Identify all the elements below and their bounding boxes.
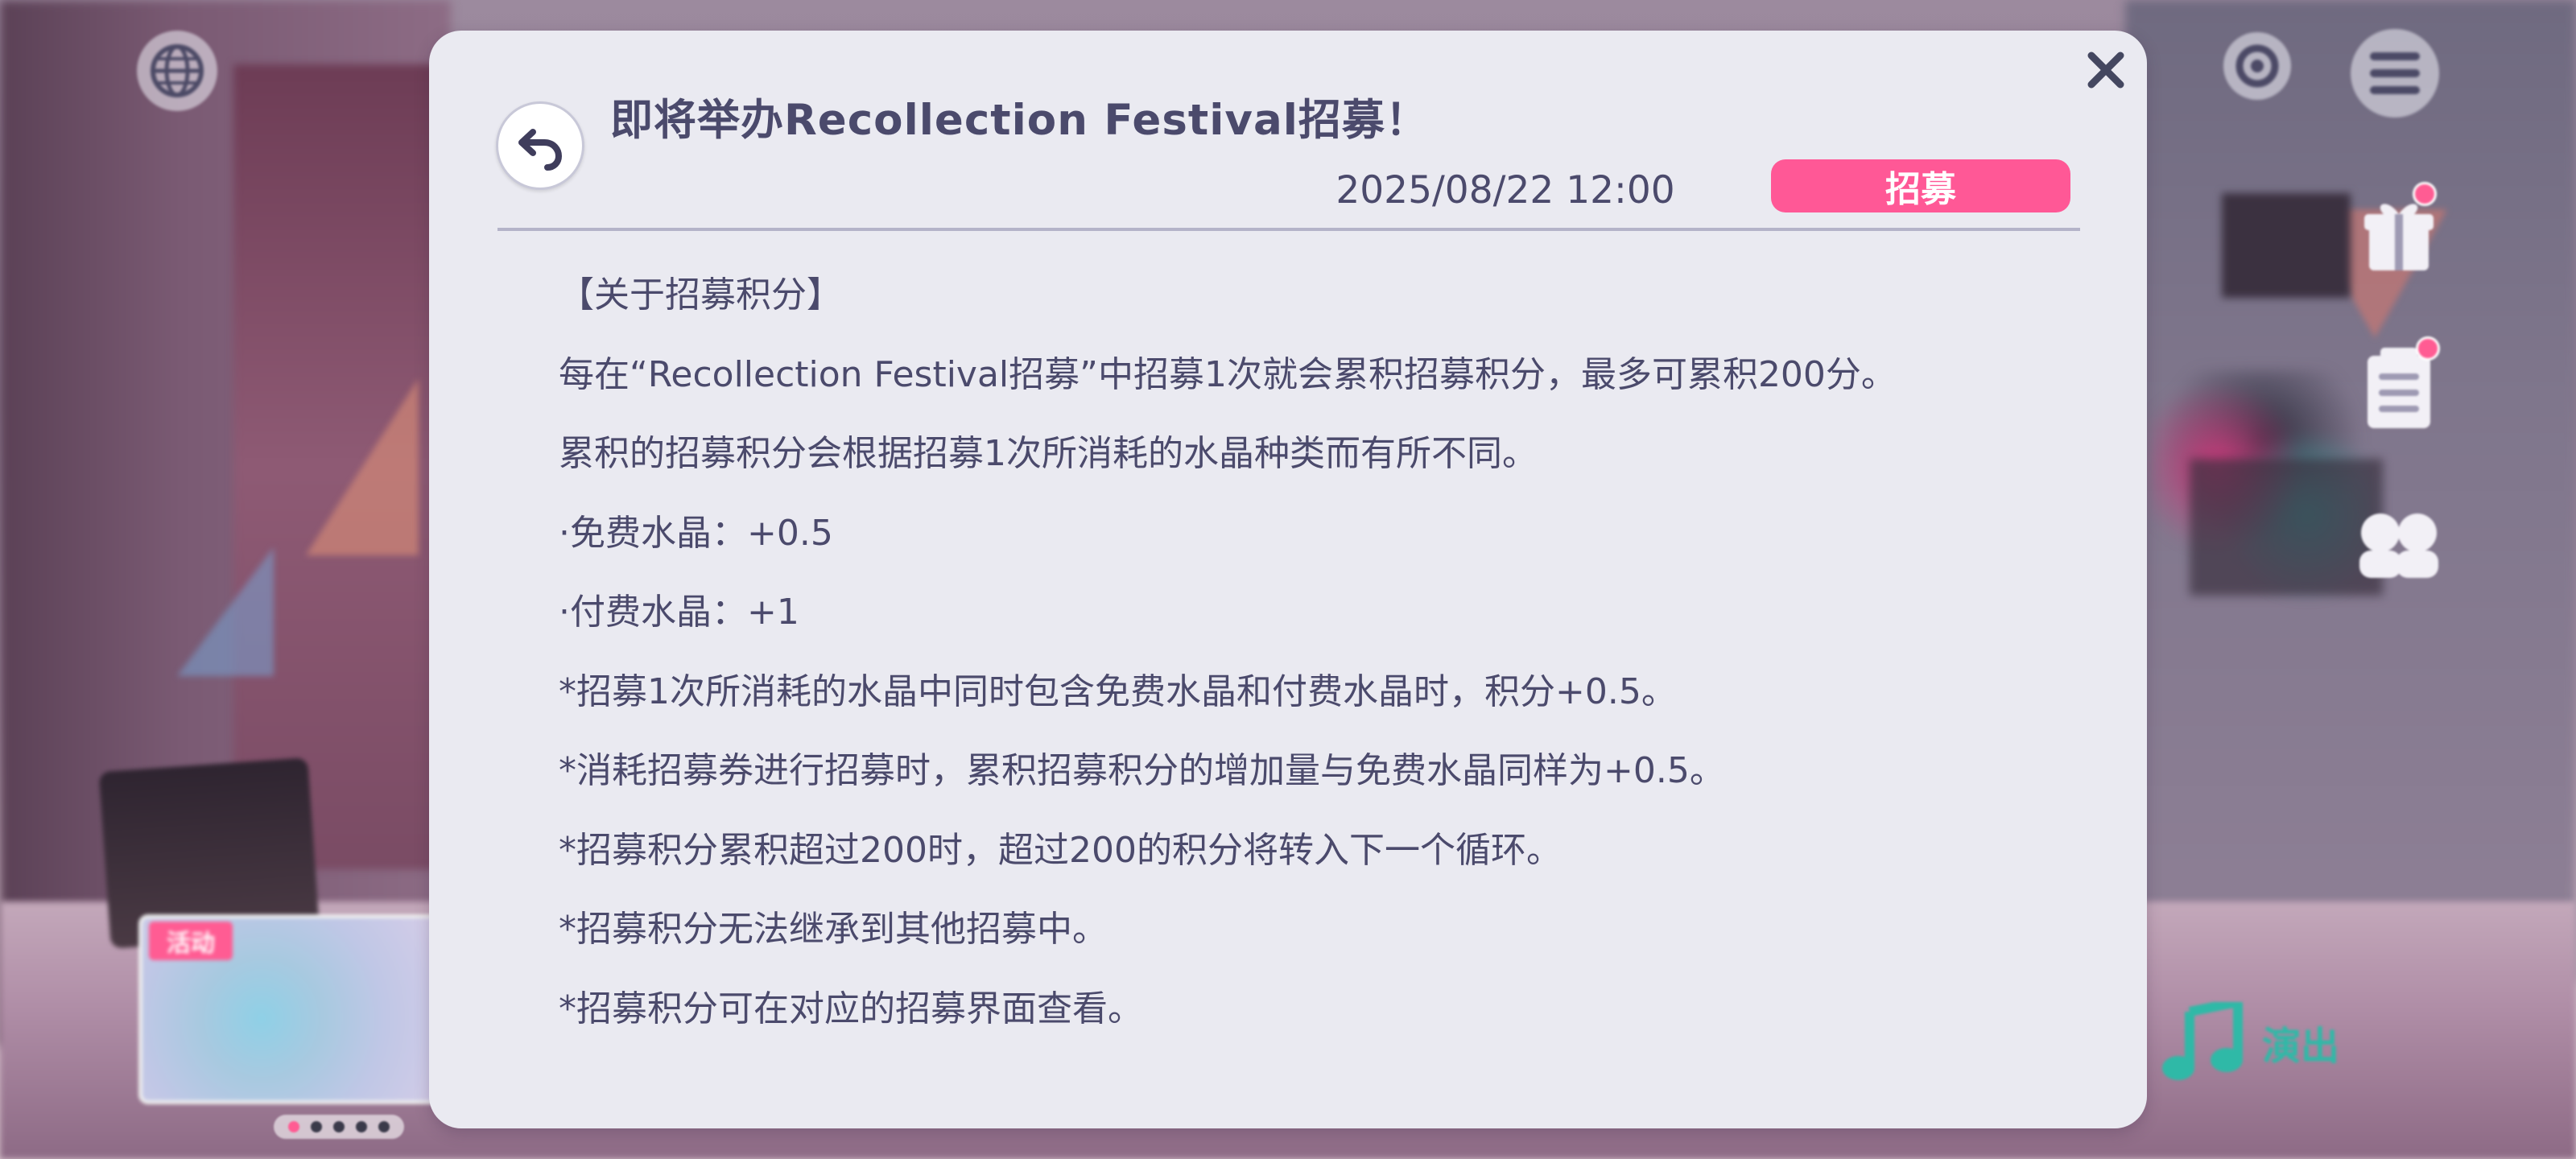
performance-button[interactable]: 演出: [2157, 990, 2367, 1095]
hamburger-menu-icon: [2370, 52, 2420, 94]
banner-pagination: [274, 1115, 404, 1139]
background-window: [2190, 459, 2383, 596]
notice-note: *招募1次所消耗的水晶中同时包含免费水晶和付费水晶时，积分+0.5。: [559, 670, 1677, 712]
category-badge: 招募: [1771, 159, 2070, 212]
language-button[interactable]: [137, 31, 217, 111]
background-decoration: [306, 378, 419, 555]
notice-list-item: ·付费水晶：+1: [559, 592, 799, 633]
pagination-dot[interactable]: [378, 1121, 390, 1132]
notification-badge: [2416, 336, 2440, 361]
event-tag: 活动: [149, 922, 233, 960]
pagination-dot[interactable]: [356, 1121, 367, 1132]
globe-icon: [151, 44, 204, 97]
pagination-dot[interactable]: [333, 1121, 345, 1132]
gift-button[interactable]: [2363, 182, 2437, 274]
music-note-icon: [2162, 1002, 2243, 1080]
notices-button[interactable]: [2363, 336, 2440, 431]
back-button[interactable]: [496, 101, 584, 190]
settings-button[interactable]: [2223, 32, 2291, 100]
characters-icon: [2359, 514, 2438, 578]
notice-note: *招募积分累积超过200时，超过200的积分将转入下一个循环。: [559, 829, 1562, 871]
pagination-dot[interactable]: [288, 1121, 299, 1132]
notice-date: 2025/08/22 12:00: [1335, 168, 1675, 212]
notice-note: *招募积分无法继承到其他招募中。: [559, 909, 1108, 950]
event-banner[interactable]: 活动: [138, 914, 444, 1104]
notification-badge: [2413, 182, 2437, 206]
performance-label: 演出: [2262, 1024, 2340, 1069]
characters-button[interactable]: [2355, 507, 2443, 580]
background-decoration: [177, 547, 274, 676]
notice-list-item: ·免费水晶：+0.5: [559, 512, 833, 554]
notice-heading: 【关于招募积分】: [559, 274, 842, 316]
pagination-dot[interactable]: [311, 1121, 322, 1132]
close-button[interactable]: [2081, 45, 2131, 95]
settings-icon: [2235, 44, 2279, 88]
header-divider: [497, 228, 2080, 231]
main-menu-button[interactable]: [2351, 29, 2439, 118]
notice-note: *招募积分可在对应的招募界面查看。: [559, 988, 1143, 1029]
notice-body: 【关于招募积分】 每在“Recollection Festival招募”中招募1…: [559, 262, 2072, 1066]
notice-note: *消耗招募券进行招募时，累积招募积分的增加量与免费水晶同样为+0.5。: [559, 750, 1725, 791]
notice-title: 即将举办Recollection Festival招募！: [610, 96, 1429, 145]
notice-paragraph: 每在“Recollection Festival招募”中招募1次就会累积招募积分…: [559, 353, 1897, 395]
back-arrow-icon: [518, 129, 563, 171]
background-window: [2222, 193, 2351, 298]
close-icon: [2087, 52, 2124, 89]
notice-paragraph: 累积的招募积分会根据招募1次所消耗的水晶种类而有所不同。: [559, 433, 1538, 474]
